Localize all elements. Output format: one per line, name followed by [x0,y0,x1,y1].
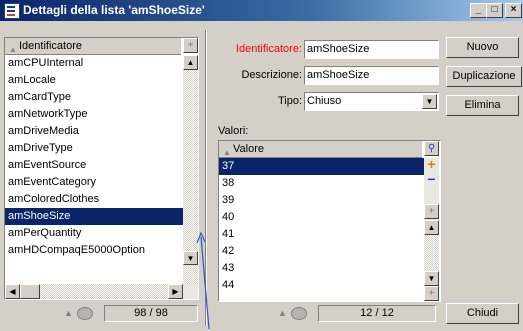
append-value-icon[interactable]: + [424,286,439,301]
list-item[interactable]: amShoeSize [5,208,183,225]
sort-icon: ▲ [278,308,287,318]
close-button-label: Chiudi [466,307,499,319]
search-icon[interactable]: ⚲ [424,141,439,156]
scroll-track [424,235,439,271]
list-item[interactable]: amCPUInternal [5,55,183,72]
list-item[interactable]: amDriveMedia [5,123,183,140]
identifier-column-header[interactable]: ▲ Identificatore [5,38,181,55]
value-row[interactable]: 39 [219,192,424,209]
delete-button-label: Elimina [464,99,501,111]
maximize-button[interactable]: □ [486,3,503,18]
insert-value-icon[interactable]: + [424,204,439,219]
title-bar: Dettagli della lista 'amShoeSize' _ □ × [0,0,523,21]
list-item[interactable]: amCardType [5,89,183,106]
identifier-record-counter: 98 / 98 [104,305,198,322]
add-column-icon[interactable]: + [183,38,198,53]
minimize-button[interactable]: _ [470,3,487,18]
search-records-icon[interactable] [291,307,307,320]
window-title: Dettagli della lista 'amShoeSize' [23,3,205,17]
hscroll-track [40,284,168,299]
list-item[interactable]: amLocale [5,72,183,89]
list-item[interactable]: amPerQuantity [5,225,183,242]
values-list[interactable]: ▲ Valore ⚲ 37 38 39 40 41 42 43 44 + − + ▲ ▼ + [218,140,441,302]
type-select-value: Chiuso [307,95,342,107]
list-item[interactable]: amHDCompaqE5000Option [5,242,183,259]
pointer-arrow-icon [196,231,210,330]
scroll-up-icon[interactable]: ▲ [424,220,439,235]
description-label: Descrizione: [241,69,302,81]
duplicate-button[interactable]: Duplicazione [446,66,522,87]
close-window-button[interactable]: × [505,3,522,18]
type-select[interactable]: Chiuso ▼ [304,92,439,111]
hscroll-thumb[interactable] [20,284,40,299]
values-list-footer: ▲ 12 / 12 [218,304,440,322]
identifier-list-hscroll[interactable]: ◀ ▶ [5,284,198,299]
add-value-button[interactable]: + [424,157,439,172]
value-row[interactable]: 37 [219,158,424,175]
list-item[interactable]: amColoredClothes [5,191,183,208]
identifier-field[interactable]: amShoeSize [304,40,439,59]
values-label: Valori: [218,125,249,137]
list-item[interactable]: amDriveType [5,140,183,157]
values-record-counter: 12 / 12 [318,305,436,322]
identifier-label: Identificatore: [235,43,302,55]
description-field[interactable]: amShoeSize [304,66,439,85]
scroll-right-icon[interactable]: ▶ [168,284,183,299]
value-column-header[interactable]: ▲ Valore [219,141,422,158]
value-row[interactable]: 44 [219,277,424,294]
identifier-list[interactable]: ▲ Identificatore + amCPUInternal amLocale… [4,37,199,300]
list-item[interactable]: amNetworkType [5,106,183,123]
scroll-up-icon[interactable]: ▲ [183,55,198,70]
value-row[interactable]: 42 [219,243,424,260]
value-row[interactable]: 38 [219,175,424,192]
duplicate-button-label: Duplicazione [452,70,516,82]
type-label: Tipo: [277,95,302,107]
value-row[interactable]: 40 [219,209,424,226]
list-item[interactable]: amEventSource [5,157,183,174]
scroll-down-icon[interactable]: ▼ [424,271,439,286]
sort-icon: ▲ [64,308,73,318]
close-button[interactable]: Chiudi [446,303,519,324]
new-button-label: Nuovo [466,41,499,53]
scroll-left-icon[interactable]: ◀ [5,284,20,299]
chevron-down-icon[interactable]: ▼ [422,94,437,109]
new-button[interactable]: Nuovo [446,37,519,58]
remove-value-button[interactable]: − [424,172,439,188]
identifier-list-footer: ▲ 98 / 98 [4,304,199,322]
delete-button[interactable]: Elimina [446,95,519,116]
search-records-icon[interactable] [77,307,93,320]
value-row[interactable]: 41 [219,226,424,243]
list-item[interactable]: amEventCategory [5,174,183,191]
values-toolbar: + − + ▲ ▼ + [424,157,439,301]
value-row[interactable]: 43 [219,260,424,277]
app-icon [4,3,20,19]
